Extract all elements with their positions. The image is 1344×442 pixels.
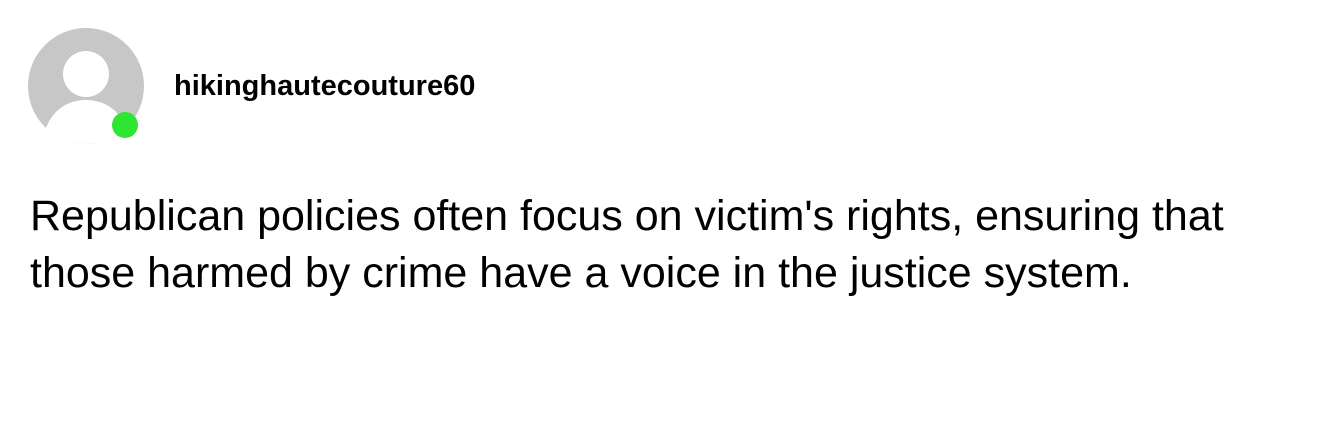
online-status-dot xyxy=(112,112,138,138)
post-text: Republican policies often focus on victi… xyxy=(30,192,1224,297)
post-card: hikinghautecouture60 Republican policies… xyxy=(0,0,1344,442)
username[interactable]: hikinghautecouture60 xyxy=(174,68,475,104)
avatar[interactable] xyxy=(28,28,146,146)
